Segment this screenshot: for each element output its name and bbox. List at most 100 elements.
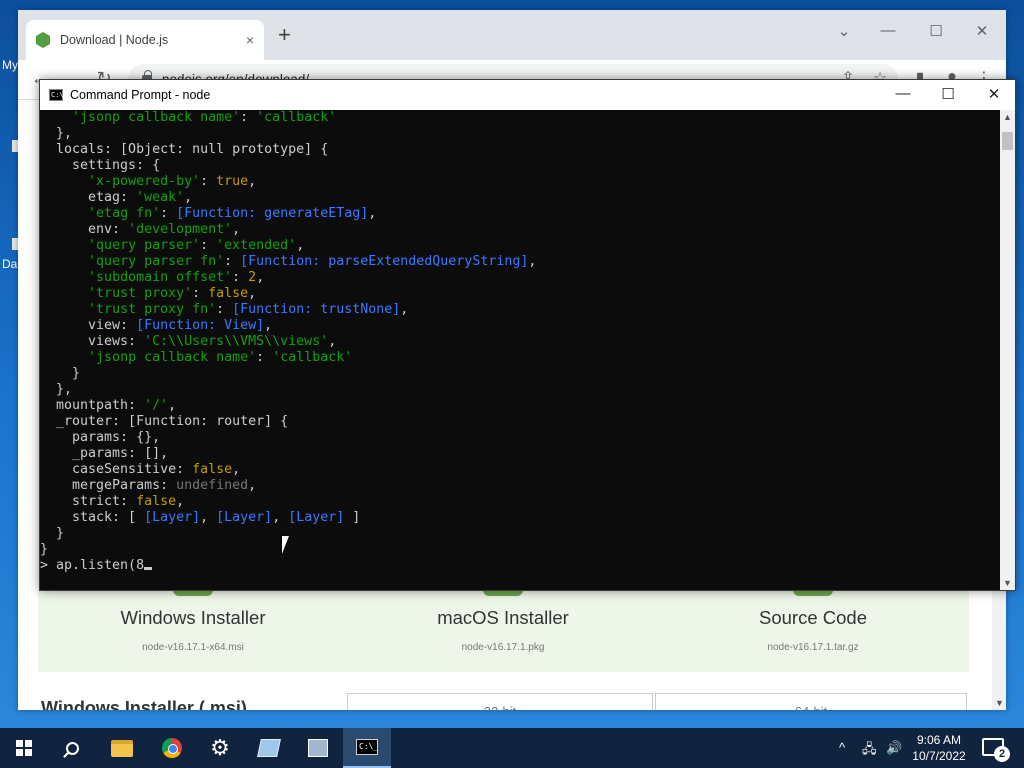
console-token: } [40, 542, 49, 557]
console-token: 'C:\\Users\\VMS\\views' [144, 334, 329, 349]
console-token: } [40, 366, 81, 381]
console-token: 'jsonp callback name' [88, 350, 257, 365]
cmd-scrollbar[interactable]: ▲ ▼ [1000, 110, 1015, 590]
console-token: view: [40, 318, 137, 333]
console-token: : [232, 270, 249, 285]
console-line: params: {}, [40, 430, 536, 446]
console-token: , [248, 174, 257, 189]
tab-close-icon[interactable]: × [246, 32, 254, 48]
console-token: [Function: View] [136, 318, 265, 333]
console-line: _router: [Function: router] { [40, 414, 536, 430]
taskbar-command-prompt[interactable]: C:\_ [343, 728, 391, 768]
browser-close-button[interactable]: ✕ [970, 22, 994, 40]
clock-date: 10/7/2022 [912, 749, 966, 763]
console-token: 'weak' [136, 190, 185, 205]
console-token: undefined [176, 478, 249, 493]
search-button[interactable] [48, 728, 96, 768]
tab-strip: Download | Node.js × + ⌄ — ☐ ✕ [18, 10, 1006, 60]
console-line: 'x-powered-by': true, [40, 174, 536, 190]
download-title[interactable]: Windows Installer [38, 607, 348, 629]
cmd-close-button[interactable]: ✕ [979, 85, 1009, 103]
console-line: 'subdomain offset': 2, [40, 270, 536, 286]
console-token: 'callback' [272, 350, 353, 365]
desktop-icon-label[interactable]: Da [2, 257, 17, 271]
console-token: 'callback' [256, 110, 337, 125]
start-button[interactable] [0, 728, 48, 768]
console-token: locals: [Object: null prototype] { [40, 142, 329, 157]
app-icon [257, 739, 281, 757]
download-filename: node-v16.17.1-x64.msi [142, 642, 244, 653]
console-token [40, 206, 88, 221]
taskbar-clock[interactable]: 9:06 AM 10/7/2022 [908, 732, 970, 764]
download-64-bit-link[interactable]: 64-bit [655, 693, 967, 710]
cmd-minimize-button[interactable]: — [888, 85, 918, 102]
taskbar-tool[interactable] [294, 728, 342, 768]
taskbar-settings[interactable]: ⚙ [196, 728, 244, 768]
downloads-panel: Windows Installer node-v16.17.1-x64.msi … [38, 584, 969, 672]
new-tab-button[interactable]: + [278, 24, 291, 46]
console-line: 'trust proxy fn': [Function: trustNone], [40, 302, 536, 318]
console-token: false [136, 494, 177, 509]
cmd-maximize-button[interactable]: ☐ [933, 85, 963, 103]
console-token: env: [40, 222, 129, 237]
download-windows-installer[interactable]: Windows Installer node-v16.17.1-x64.msi [38, 584, 348, 653]
desktop-icon-label[interactable]: My [2, 58, 18, 72]
console-token: [Function: parseExtendedQueryString] [240, 254, 529, 269]
cmd-titlebar[interactable]: C:\_ Command Prompt - node — ☐ ✕ [40, 80, 1015, 110]
console-token [40, 238, 88, 253]
console-token: , [168, 398, 177, 413]
console-line: caseSensitive: false, [40, 462, 536, 478]
scroll-up-arrow-icon[interactable]: ▲ [1003, 112, 1012, 122]
console-token: , [248, 478, 257, 493]
console-token: , [256, 270, 265, 285]
console-line: _params: [], [40, 446, 536, 462]
console-token: settings: { [40, 158, 161, 173]
command-prompt-window[interactable]: C:\_ Command Prompt - node — ☐ ✕ 'jsonp … [39, 79, 1016, 591]
console-token: params: {}, [40, 430, 161, 445]
taskbar-file-explorer[interactable] [98, 728, 146, 768]
tab-search-icon[interactable]: ⌄ [832, 22, 856, 40]
download-32-bit-link[interactable]: 32-bit [347, 693, 653, 710]
tab-nodejs-download[interactable]: Download | Node.js × [26, 20, 264, 60]
console-token: 'etag fn' [88, 206, 161, 221]
console-token: : [240, 110, 257, 125]
console-token: caseSensitive: [40, 462, 193, 477]
console-line: mountpath: '/', [40, 398, 536, 414]
network-icon[interactable]: 🖧 [862, 740, 877, 762]
tool-icon [308, 739, 328, 757]
browser-minimize-button[interactable]: — [876, 22, 900, 39]
console-token [40, 270, 88, 285]
windows-start-icon [16, 740, 32, 756]
console-token: , [528, 254, 537, 269]
console-token: stack: [ [40, 510, 145, 525]
taskbar-app[interactable] [245, 728, 293, 768]
download-title[interactable]: Source Code [658, 607, 968, 629]
console-line: 'query parser': 'extended', [40, 238, 536, 254]
console-token [40, 110, 72, 125]
tray-chevron-icon[interactable]: ^ [839, 740, 845, 755]
cmd-scrollbar-thumb[interactable] [1002, 132, 1013, 150]
cmd-window-title: Command Prompt - node [70, 88, 211, 102]
console-token: [Layer] [216, 510, 273, 525]
taskbar-chrome[interactable] [148, 728, 196, 768]
console-token: 'development' [128, 222, 233, 237]
browser-maximize-button[interactable]: ☐ [924, 22, 948, 40]
mouse-pointer-icon [282, 536, 296, 554]
download-source-code[interactable]: Source Code node-v16.17.1.tar.gz [658, 584, 968, 653]
console-token: , [400, 302, 409, 317]
cmd-icon: C:\_ [356, 739, 378, 755]
console-token: ] [344, 510, 361, 525]
console-token: : [160, 206, 177, 221]
console-token [40, 254, 88, 269]
console-token: > ap.listen(8 [40, 558, 145, 573]
console-output[interactable]: 'jsonp callback name': 'callback' }, loc… [40, 110, 1000, 590]
volume-icon[interactable]: 🔊 [886, 740, 902, 756]
console-token: } [40, 526, 65, 541]
download-macos-installer[interactable]: macOS Installer node-v16.17.1.pkg [348, 584, 658, 653]
console-token: false [208, 286, 249, 301]
download-title[interactable]: macOS Installer [348, 607, 658, 629]
scroll-down-arrow-icon[interactable]: ▼ [995, 698, 1004, 708]
console-token: true [216, 174, 249, 189]
scroll-down-arrow-icon[interactable]: ▼ [1003, 578, 1012, 588]
console-lines: 'jsonp callback name': 'callback' }, loc… [40, 110, 536, 574]
